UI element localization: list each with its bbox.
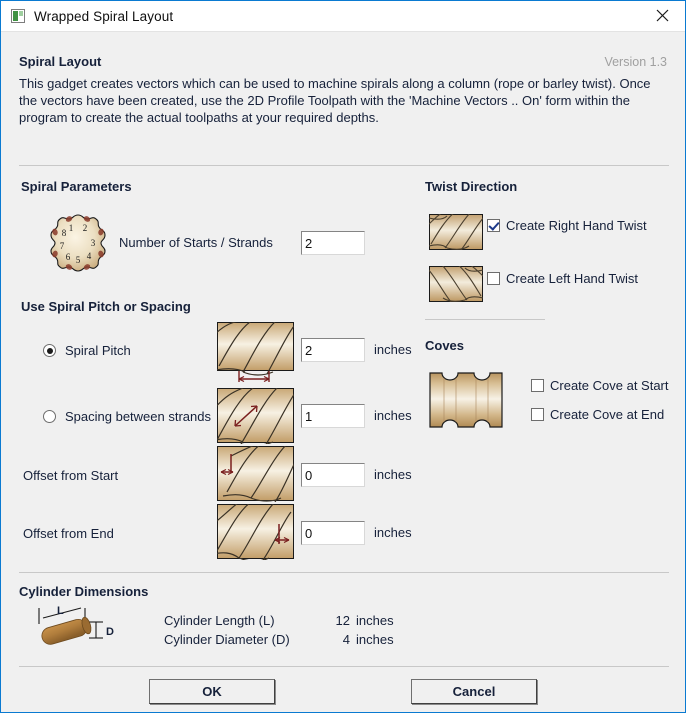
- offset-start-input[interactable]: [301, 463, 365, 487]
- cylinder-length-units: inches: [356, 613, 394, 628]
- right-hand-twist-label: Create Right Hand Twist: [506, 218, 647, 233]
- spacing-units: inches: [374, 408, 412, 423]
- close-icon[interactable]: [639, 1, 685, 30]
- offset-end-input[interactable]: [301, 521, 365, 545]
- spiral-pitch-units: inches: [374, 342, 412, 357]
- section-spiral-parameters-heading: Spiral Parameters: [21, 179, 132, 194]
- spiral-gadget-icon: [11, 9, 25, 23]
- svg-text:D: D: [106, 626, 114, 638]
- cylinder-diameter-units: inches: [356, 632, 394, 647]
- cove-preview-icon: [429, 372, 503, 433]
- svg-text:5: 5: [76, 255, 81, 265]
- starts-input[interactable]: [301, 231, 365, 255]
- dialog-window: Wrapped Spiral Layout Spiral Layout Vers…: [0, 0, 686, 713]
- divider-coves: [425, 319, 545, 320]
- svg-text:1: 1: [69, 223, 74, 233]
- svg-text:8: 8: [62, 228, 67, 238]
- cylinder-diameter-value: 4: [342, 632, 350, 647]
- offset-start-units: inches: [374, 467, 412, 482]
- offset-start-label: Offset from Start: [23, 468, 119, 483]
- spiral-starts-circle-icon: 1 2 3 4 5 6 7 8: [47, 212, 109, 279]
- divider-top: [19, 165, 669, 166]
- radio-spiral-pitch-label: Spiral Pitch: [65, 343, 131, 358]
- svg-text:7: 7: [60, 241, 65, 251]
- description-text: This gadget creates vectors which can be…: [19, 76, 651, 125]
- window-title: Wrapped Spiral Layout: [34, 8, 174, 24]
- spiral-pitch-preview-icon: [212, 319, 298, 389]
- svg-text:L: L: [57, 605, 64, 617]
- checkbox-create-right-hand-twist[interactable]: [487, 219, 500, 232]
- checkbox-create-cove-at-start[interactable]: [531, 379, 544, 392]
- offset-end-units: inches: [374, 525, 412, 540]
- checkbox-create-left-hand-twist[interactable]: [487, 272, 500, 285]
- radio-spiral-pitch[interactable]: [43, 344, 56, 357]
- section-pitch-spacing-heading: Use Spiral Pitch or Spacing: [21, 299, 191, 314]
- cove-end-label: Create Cove at End: [550, 407, 665, 422]
- offset-from-start-preview-icon: [217, 443, 298, 507]
- svg-text:3: 3: [91, 238, 96, 248]
- section-coves-heading: Coves: [425, 338, 465, 353]
- svg-text:2: 2: [83, 223, 88, 233]
- version-label: Version 1.3: [604, 55, 667, 69]
- left-hand-twist-label: Create Left Hand Twist: [506, 271, 638, 286]
- offset-end-label: Offset from End: [23, 526, 114, 541]
- section-cylinder-dimensions-heading: Cylinder Dimensions: [19, 584, 149, 599]
- divider-bottom: [19, 572, 669, 573]
- offset-from-end-preview-icon: [212, 501, 294, 565]
- left-hand-twist-preview-icon: [426, 263, 486, 307]
- radio-spacing-label: Spacing between strands: [65, 409, 211, 424]
- cylinder-length-value: 12: [335, 613, 350, 628]
- svg-text:6: 6: [66, 252, 71, 262]
- cylinder-length-label: Cylinder Length (L): [164, 613, 275, 628]
- cylinder-dimension-icon: L D: [25, 604, 125, 657]
- dialog-body: Spiral Layout Version 1.3 This gadget cr…: [1, 32, 685, 712]
- ok-button[interactable]: OK: [149, 679, 275, 704]
- cove-start-label: Create Cove at Start: [550, 378, 669, 393]
- spiral-spacing-preview-icon: [212, 387, 298, 449]
- section-twist-direction-heading: Twist Direction: [425, 179, 518, 194]
- checkbox-create-cove-at-end[interactable]: [531, 408, 544, 421]
- cancel-button[interactable]: Cancel: [411, 679, 537, 704]
- spacing-input[interactable]: [301, 404, 365, 428]
- spiral-pitch-input[interactable]: [301, 338, 365, 362]
- radio-spacing-between-strands[interactable]: [43, 410, 56, 423]
- divider-buttons: [19, 666, 669, 667]
- page-title: Spiral Layout: [19, 54, 102, 69]
- title-bar: Wrapped Spiral Layout: [1, 1, 685, 32]
- right-hand-twist-preview-icon: [426, 211, 486, 255]
- svg-text:4: 4: [87, 251, 92, 261]
- starts-label: Number of Starts / Strands: [119, 235, 273, 250]
- cylinder-diameter-label: Cylinder Diameter (D): [164, 632, 290, 647]
